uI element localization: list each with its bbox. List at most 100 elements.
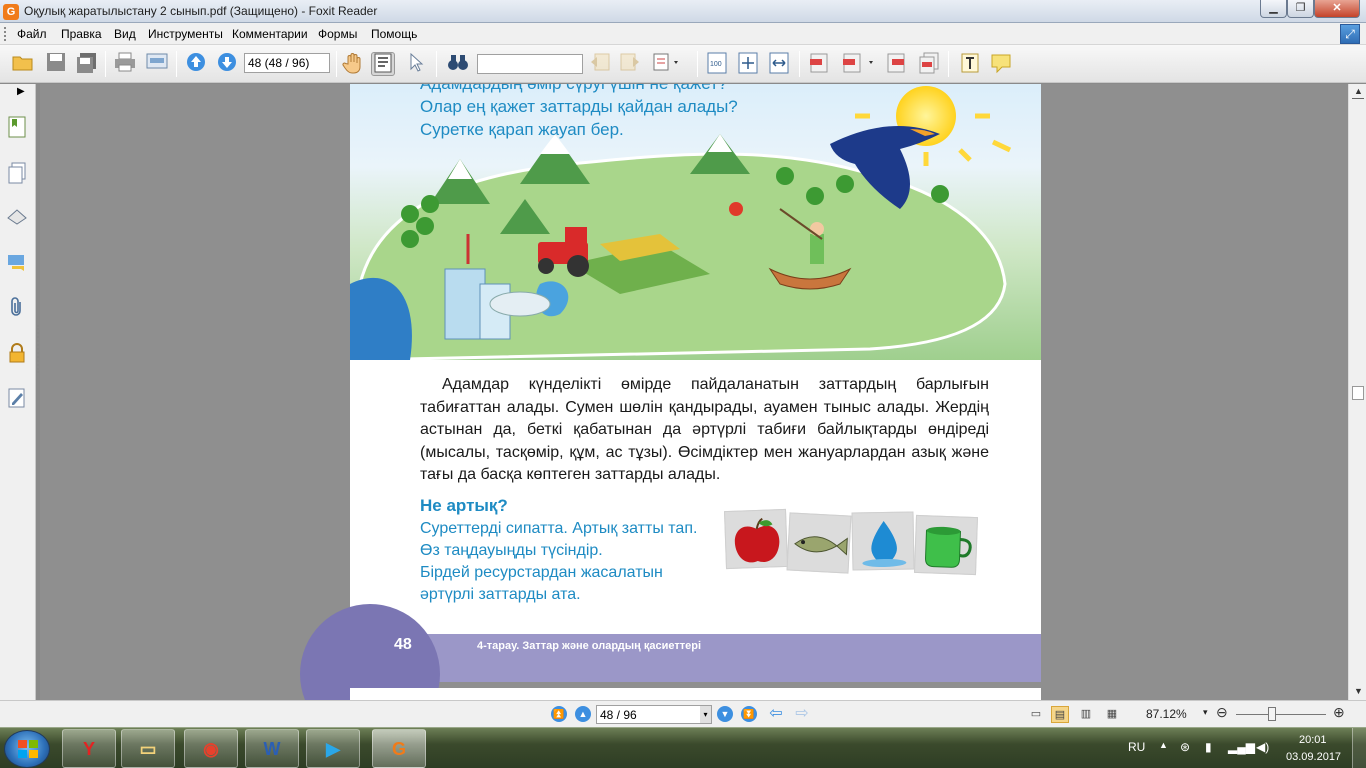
page-navigation-field[interactable]	[596, 705, 712, 724]
menu-help[interactable]: Помощь	[371, 27, 417, 41]
page-navigation-dropdown[interactable]: ▾	[700, 706, 711, 723]
find-binoculars-icon[interactable]	[446, 52, 470, 76]
scrollbar-thumb[interactable]	[1352, 386, 1364, 400]
microsoft-word-icon[interactable]: W	[245, 729, 299, 768]
go-back-icon[interactable]: ⇦	[768, 706, 784, 722]
typewriter-icon[interactable]	[958, 52, 982, 76]
find-input[interactable]	[477, 54, 583, 74]
navigation-panel: ▶	[0, 84, 36, 700]
volume-icon[interactable]: ◀)	[1256, 740, 1269, 754]
media-player-icon[interactable]: ▶	[306, 729, 360, 768]
next-page-icon[interactable]: ▼	[717, 706, 733, 722]
go-forward-icon[interactable]: ⇨	[794, 706, 810, 722]
nature-map-illustration: Адамдардың өмір сүруі үшін не қажет? Ола…	[350, 84, 1041, 360]
sidebar-toggle-icon[interactable]: ▶	[17, 86, 25, 97]
comments-icon[interactable]	[6, 252, 28, 276]
menu-forms[interactable]: Формы	[318, 27, 357, 41]
menu-file[interactable]: Файл	[17, 27, 47, 41]
scroll-down-icon[interactable]: ▼	[1354, 686, 1363, 696]
facing-view-icon[interactable]: ▥	[1077, 706, 1095, 723]
show-hidden-icons-icon[interactable]: ▲	[1159, 740, 1168, 750]
page-up-icon[interactable]	[184, 52, 208, 76]
bookmarks-icon[interactable]	[6, 116, 28, 140]
status-bar: ⏫ ▲ ▾ ▼ ⏬ ⇦ ⇨ ▭ ▤ ▥ ▦ 87.12% ▾ ⊖ ⊕	[0, 700, 1366, 727]
pdf-create-icon[interactable]	[808, 52, 832, 76]
find-options-icon[interactable]	[650, 52, 684, 76]
task-line: Суреттерді сипатта. Артық затты тап.	[420, 520, 698, 537]
page-down-icon[interactable]	[215, 52, 239, 76]
toolbar-separator	[105, 51, 106, 77]
next-result-icon[interactable]	[618, 52, 642, 76]
layers-icon[interactable]	[6, 206, 28, 230]
document-view[interactable]: Адамдардың өмір сүруі үшін не қажет? Ола…	[40, 84, 1348, 700]
close-button[interactable]: ✕	[1314, 0, 1360, 18]
google-chrome-icon[interactable]: ◉	[184, 729, 238, 768]
actual-size-icon[interactable]: 100	[705, 52, 729, 76]
pages-icon[interactable]	[6, 162, 28, 186]
pdf-combine-icon[interactable]	[917, 52, 941, 76]
zoom-out-icon[interactable]: ⊖	[1216, 704, 1228, 721]
clock-date[interactable]: 03.09.2017	[1286, 751, 1341, 763]
zoom-in-icon[interactable]: ⊕	[1333, 704, 1345, 721]
page-number-field[interactable]	[244, 53, 330, 73]
zoom-dropdown-icon[interactable]: ▾	[1203, 707, 1208, 718]
section-title: Не артық?	[420, 496, 508, 515]
scan-icon[interactable]	[145, 52, 169, 76]
attachments-icon[interactable]	[6, 296, 28, 320]
select-pointer-icon[interactable]	[404, 52, 428, 76]
open-folder-icon[interactable]	[11, 52, 35, 76]
title-bar: G Оқулық жаратылыстану 2 сынып.pdf (Защи…	[0, 0, 1366, 23]
vertical-scrollbar[interactable]: ▲ ▼	[1348, 84, 1366, 700]
fish-icon	[786, 512, 852, 574]
menu-grip	[4, 27, 7, 41]
start-button[interactable]	[4, 730, 50, 768]
menu-view[interactable]: Вид	[114, 27, 136, 41]
network-signal-icon[interactable]: ▂▄▆	[1228, 740, 1255, 754]
save-icon[interactable]	[44, 52, 68, 76]
fit-width-icon[interactable]	[767, 52, 791, 76]
fit-page-icon[interactable]	[736, 52, 760, 76]
save-all-icon[interactable]	[75, 52, 99, 76]
file-explorer-icon[interactable]: ▭	[121, 729, 175, 768]
svg-text:100: 100	[710, 61, 722, 68]
minimize-button[interactable]: ▁	[1260, 0, 1287, 18]
menu-comments[interactable]: Комментарии	[232, 27, 308, 41]
scroll-up-icon[interactable]: ▲	[1354, 86, 1363, 96]
restore-view-icon[interactable]: ⤢	[1340, 24, 1360, 44]
signatures-icon[interactable]	[6, 387, 28, 411]
zoom-level[interactable]: 87.12%	[1146, 707, 1187, 721]
pdf-export-icon[interactable]	[885, 52, 909, 76]
previous-page-icon[interactable]: ▲	[575, 706, 591, 722]
clock-time[interactable]: 20:01	[1299, 734, 1327, 746]
show-desktop-button[interactable]	[1352, 728, 1366, 768]
foxit-app-icon[interactable]: G	[3, 4, 19, 20]
continuous-view-icon[interactable]: ▤	[1051, 706, 1069, 723]
next-pdf-page	[350, 688, 1041, 700]
maximize-button[interactable]: ❐	[1287, 0, 1314, 18]
single-page-view-icon[interactable]: ▭	[1027, 706, 1045, 723]
pdf-convert-icon[interactable]	[840, 52, 880, 76]
menu-tools[interactable]: Инструменты	[148, 27, 223, 41]
power-icon[interactable]: ▮	[1205, 740, 1212, 754]
zoom-slider-thumb[interactable]	[1268, 707, 1276, 721]
last-page-icon[interactable]: ⏬	[741, 706, 757, 722]
page-footer-circle	[300, 604, 440, 700]
note-icon[interactable]	[989, 52, 1013, 76]
hand-tool-icon[interactable]	[341, 52, 365, 76]
task-line: Бірдей ресурстардан жасалатын	[420, 564, 663, 581]
zoom-slider-track[interactable]	[1236, 714, 1326, 715]
task-line: әртүрлі заттарды ата.	[420, 586, 581, 603]
foxit-reader-taskbar-icon[interactable]: G	[372, 729, 426, 768]
chapter-caption: 4-тарау. Заттар және олардың қасиеттері	[477, 640, 702, 652]
print-icon[interactable]	[113, 52, 137, 76]
toolbar-separator	[697, 51, 698, 77]
menu-edit[interactable]: Правка	[61, 27, 102, 41]
first-page-icon[interactable]: ⏫	[551, 706, 567, 722]
text-select-icon[interactable]	[371, 52, 395, 76]
yandex-browser-icon[interactable]: Y	[62, 729, 116, 768]
security-icon[interactable]	[6, 342, 28, 366]
language-indicator[interactable]: RU	[1128, 740, 1145, 754]
prev-result-icon[interactable]	[588, 52, 612, 76]
continuous-facing-view-icon[interactable]: ▦	[1103, 706, 1121, 723]
tray-app-icon[interactable]: ⊛	[1180, 740, 1190, 754]
